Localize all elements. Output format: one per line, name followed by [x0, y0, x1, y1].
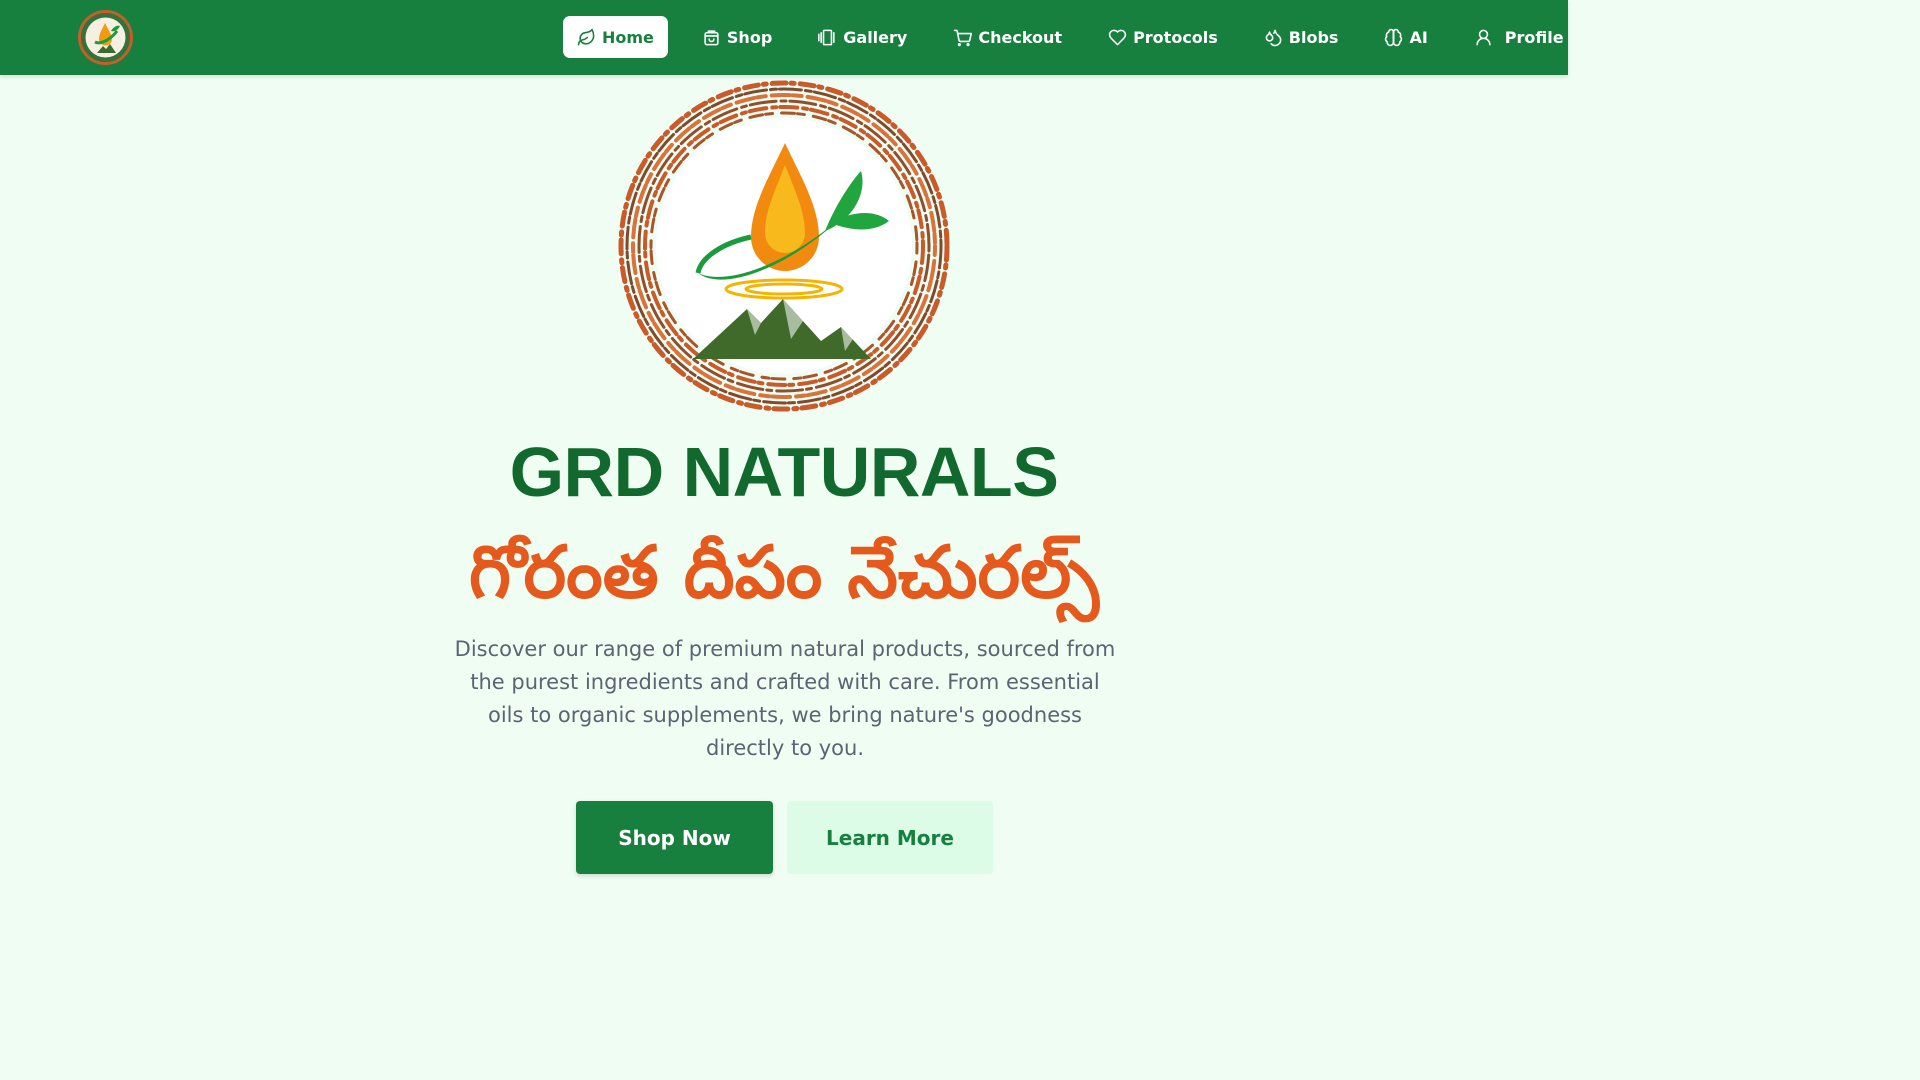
top-navbar: Home Shop Gallery Checkout Protocols Blo… [0, 0, 1568, 75]
brand-logo-icon[interactable] [77, 9, 134, 66]
shop-now-button[interactable]: Shop Now [576, 801, 773, 874]
heart-icon [1108, 28, 1127, 47]
nav-gallery-label: Gallery [843, 27, 908, 47]
nav-gallery[interactable]: Gallery [818, 16, 907, 58]
page-title: GRD NATURALS [509, 433, 1059, 511]
telugu-title: గోరంత దీపం నేచురల్స్ [468, 530, 1100, 614]
nav-checkout[interactable]: Checkout [953, 16, 1062, 58]
nav-profile[interactable]: Profile [1474, 16, 1564, 58]
nav-blobs-label: Blobs [1288, 27, 1339, 47]
nav-protocols-label: Protocols [1133, 27, 1218, 47]
learn-more-button[interactable]: Learn More [787, 801, 993, 874]
nav-ai[interactable]: AI [1384, 16, 1428, 58]
leaf-icon [577, 28, 596, 47]
user-icon [1474, 28, 1493, 47]
hero-logo-icon [605, 73, 963, 423]
brain-icon [1384, 28, 1403, 47]
nav-checkout-label: Checkout [978, 27, 1063, 47]
nav-home[interactable]: Home [563, 16, 668, 58]
gallery-icon [818, 28, 837, 47]
cart-icon [953, 28, 973, 47]
nav-shop[interactable]: Shop [702, 16, 772, 58]
droplets-icon [1264, 28, 1283, 47]
nav-ai-label: AI [1409, 27, 1428, 47]
nav-shop-label: Shop [726, 27, 773, 47]
shopping-bag-icon [702, 28, 721, 47]
nav-protocols[interactable]: Protocols [1108, 16, 1218, 58]
nav-profile-label: Profile [1504, 27, 1564, 47]
hero-description: Discover our range of premium natural pr… [454, 637, 1116, 760]
nav-blobs[interactable]: Blobs [1264, 16, 1339, 58]
nav-home-label: Home [602, 27, 654, 47]
